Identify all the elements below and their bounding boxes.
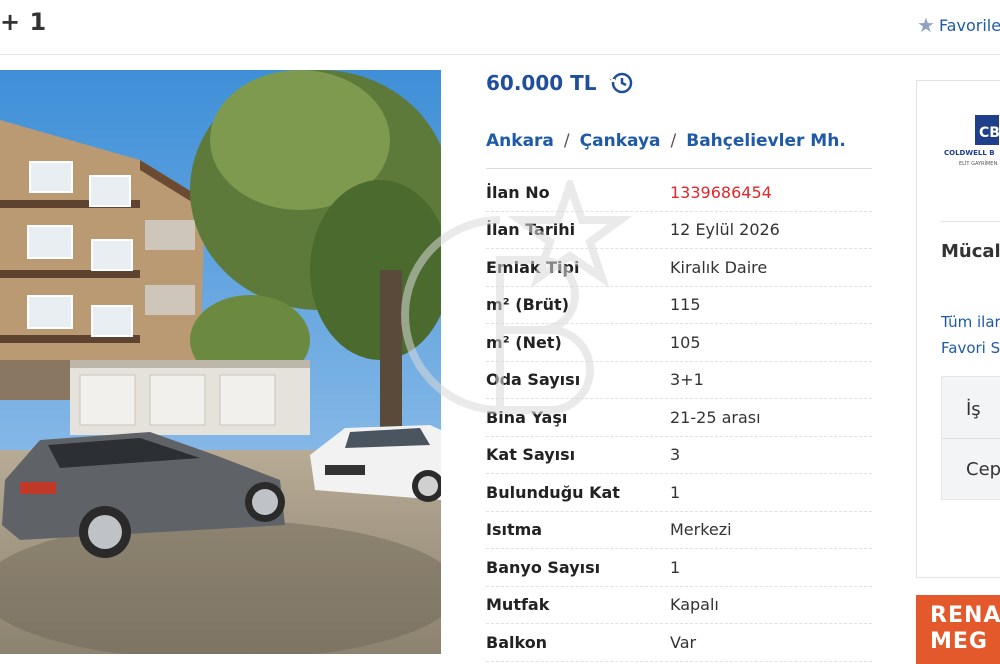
- promo-line-1: RENA: [930, 603, 1000, 628]
- listing-details-table: İlan No 1339686454 İlan Tarihi 12 Eylül 20…: [486, 174, 872, 662]
- detail-value: Kiralık Daire: [670, 257, 768, 277]
- svg-text:ELİT GAYRİMEN: ELİT GAYRİMEN: [959, 160, 997, 167]
- detail-value: 3: [670, 445, 681, 465]
- detail-key: m² (Net): [486, 332, 562, 352]
- favorite-label: Favorile: [938, 15, 1000, 35]
- street-scene-image: [0, 70, 441, 654]
- listing-photo[interactable]: [0, 70, 441, 654]
- detail-key: İlan Tarihi: [486, 220, 576, 240]
- phone-divider: [942, 438, 1000, 439]
- location-breadcrumb: Ankara / Çankaya / Bahçelievler Mh.: [486, 131, 846, 151]
- detail-value: 105: [670, 332, 701, 352]
- detail-row: Bulunduğu Kat 1: [486, 474, 872, 512]
- breadcrumb-separator: /: [563, 131, 570, 151]
- listing-title-fragment: + 1: [0, 8, 47, 36]
- promo-banner[interactable]: RENA MEG: [916, 595, 1000, 664]
- breadcrumb-divider: [486, 168, 872, 169]
- favorite-button[interactable]: ★ Favorile: [917, 15, 1000, 35]
- detail-key: Bulunduğu Kat: [486, 482, 620, 502]
- detail-key: Balkon: [486, 632, 548, 652]
- detail-key: Bina Yaşı: [486, 407, 568, 427]
- phone-box: İş Cep: [941, 376, 1000, 500]
- detail-row: Bina Yaşı 21-25 arası: [486, 399, 872, 437]
- detail-value: 1: [670, 482, 681, 502]
- breadcrumb-separator: /: [670, 131, 677, 151]
- agent-name: Mücal: [941, 241, 1000, 262]
- all-listings-link[interactable]: Tüm ilar: [941, 313, 1000, 331]
- detail-key: İlan No: [486, 182, 550, 202]
- detail-value: Merkezi: [670, 520, 732, 540]
- detail-row: Isıtma Merkezi: [486, 512, 872, 549]
- work-phone-label[interactable]: İş: [966, 399, 981, 420]
- breadcrumb-district[interactable]: Çankaya: [580, 131, 661, 151]
- header-divider: [0, 54, 1000, 55]
- breadcrumb-neighborhood[interactable]: Bahçelievler Mh.: [686, 131, 846, 151]
- svg-text:CB: CB: [979, 125, 1000, 141]
- detail-row: m² (Brüt) 115: [486, 287, 872, 324]
- agent-card: CB COLDWELL B ELİT GAYRİMEN Mücal Tüm il…: [916, 80, 1000, 578]
- detail-value: Var: [670, 632, 697, 652]
- svg-text:COLDWELL B: COLDWELL B: [944, 149, 995, 157]
- detail-key: Mutfak: [486, 595, 550, 615]
- detail-value: 21-25 arası: [670, 407, 761, 427]
- detail-key: Emlak Tipi: [486, 257, 580, 277]
- detail-row: Balkon Var: [486, 624, 872, 662]
- price-history-icon[interactable]: [609, 70, 635, 96]
- cell-phone-label[interactable]: Cep: [966, 459, 1000, 480]
- promo-line-2: MEG: [930, 629, 988, 654]
- detail-row: Banyo Sayısı 1: [486, 549, 872, 587]
- detail-row: Oda Sayısı 3+1: [486, 362, 872, 399]
- breadcrumb-city[interactable]: Ankara: [486, 131, 554, 151]
- agent-divider: [941, 221, 1000, 222]
- star-icon: ★: [917, 13, 935, 37]
- detail-key: Isıtma: [486, 520, 543, 540]
- detail-row: İlan No 1339686454: [486, 174, 872, 212]
- detail-key: m² (Brüt): [486, 295, 569, 315]
- detail-value: 115: [670, 295, 701, 315]
- detail-key: Oda Sayısı: [486, 370, 581, 390]
- price-row: 60.000 TL: [486, 70, 635, 96]
- detail-row: m² (Net) 105: [486, 324, 872, 362]
- detail-row: Emlak Tipi Kiralık Daire: [486, 249, 872, 287]
- detail-value: 12 Eylül 2026: [670, 220, 780, 240]
- favorite-seller-link[interactable]: Favori S: [941, 339, 1000, 357]
- detail-value: Kapalı: [670, 595, 719, 615]
- detail-row: Mutfak Kapalı: [486, 587, 872, 624]
- detail-value: 1: [670, 557, 681, 577]
- detail-key: Kat Sayısı: [486, 445, 576, 465]
- detail-row: Kat Sayısı 3: [486, 437, 872, 474]
- agency-logo[interactable]: CB COLDWELL B ELİT GAYRİMEN: [941, 111, 1000, 171]
- detail-key: Banyo Sayısı: [486, 557, 601, 577]
- listing-number: 1339686454: [670, 182, 772, 202]
- detail-row: İlan Tarihi 12 Eylül 2026: [486, 212, 872, 249]
- price: 60.000 TL: [486, 71, 597, 95]
- detail-value: 3+1: [670, 370, 704, 390]
